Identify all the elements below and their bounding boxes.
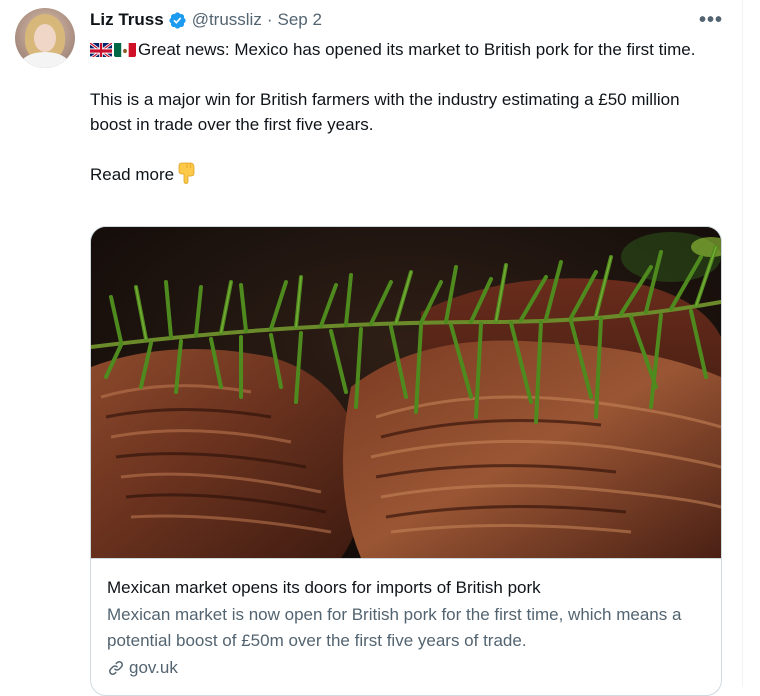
card-body: Mexican market opens its doors for impor… — [107, 577, 707, 678]
avatar-face — [34, 24, 56, 52]
uk-flag-icon — [90, 41, 112, 57]
card-image[interactable] — [91, 227, 721, 558]
tweet-line-3: Read more — [90, 165, 175, 184]
tweet-date[interactable]: Sep 2 — [278, 10, 322, 30]
tweet-header: Liz Truss @trussliz · Sep 2 — [90, 8, 322, 32]
tweet-text: Great news: Mexico has opened its market… — [90, 37, 725, 187]
link-preview-card[interactable]: Mexican market opens its doors for impor… — [90, 226, 722, 696]
tweet-article[interactable]: Liz Truss @trussliz · Sep 2 ••• Great ne… — [0, 0, 742, 696]
tweet-line-2: This is a major win for British farmers … — [90, 90, 680, 134]
author-handle[interactable]: @trussliz — [192, 10, 262, 30]
tweet-line-1: Great news: Mexico has opened its market… — [138, 40, 696, 59]
card-domain[interactable]: gov.uk — [107, 658, 707, 678]
card-description: Mexican market is now open for British p… — [107, 605, 682, 650]
avatar-shoulders — [21, 52, 69, 68]
link-icon — [109, 661, 123, 675]
card-divider — [91, 558, 721, 559]
tweet-paragraph-1: Great news: Mexico has opened its market… — [90, 37, 725, 62]
more-options-button[interactable]: ••• — [696, 8, 726, 32]
tweet-paragraph-3: Read more — [90, 162, 725, 187]
avatar[interactable] — [15, 8, 75, 68]
card-title[interactable]: Mexican market opens its doors for impor… — [107, 577, 707, 599]
column-border — [742, 0, 743, 687]
header-separator: · — [266, 10, 273, 29]
card-domain-text: gov.uk — [129, 658, 178, 677]
author-name[interactable]: Liz Truss — [90, 10, 164, 30]
mexico-flag-icon — [114, 41, 136, 57]
verified-badge-icon — [168, 11, 187, 30]
backhand-index-pointing-down-icon — [176, 162, 196, 184]
